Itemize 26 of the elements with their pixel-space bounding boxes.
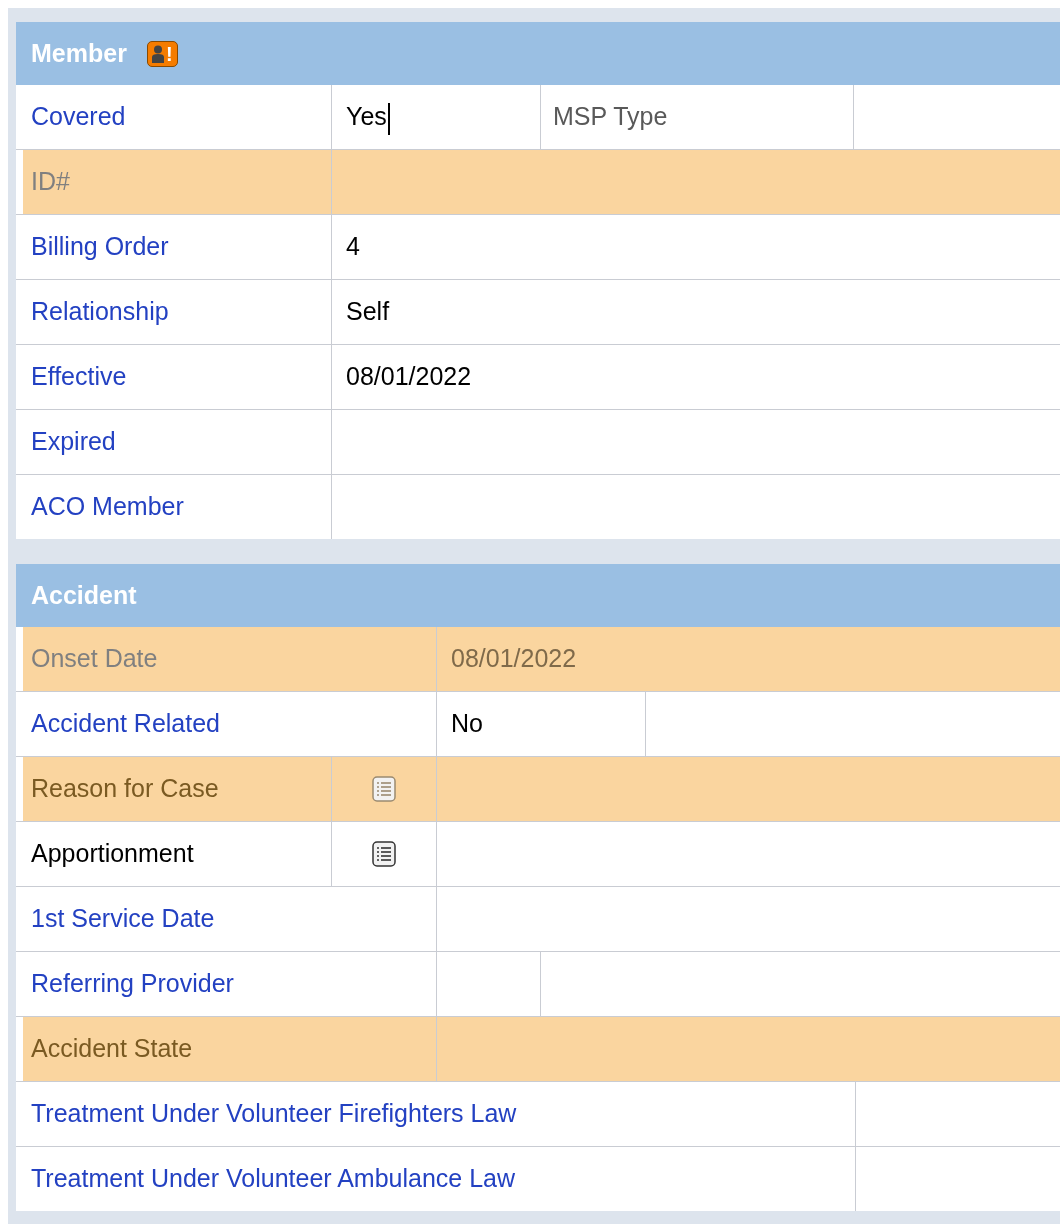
- field-label: Accident State: [31, 1033, 193, 1065]
- field-label[interactable]: Treatment Under Volunteer Ambulance Law: [31, 1160, 516, 1198]
- field-label[interactable]: Covered: [31, 98, 126, 136]
- list-icon[interactable]: [372, 841, 396, 867]
- field-label[interactable]: 1st Service Date: [31, 900, 215, 938]
- field-label[interactable]: Billing Order: [31, 228, 169, 266]
- field-label: Onset Date: [31, 643, 158, 675]
- field-label: MSP Type: [553, 101, 668, 133]
- field-label: Reason for Case: [31, 773, 219, 805]
- field-label[interactable]: Accident Related: [31, 705, 220, 743]
- field-value[interactable]: Self: [346, 293, 390, 331]
- field-label[interactable]: ACO Member: [31, 488, 184, 526]
- field-label[interactable]: Referring Provider: [31, 965, 234, 1003]
- field-label[interactable]: Expired: [31, 423, 116, 461]
- person-icon: [151, 44, 164, 63]
- field-label: ID#: [31, 166, 70, 198]
- section-title: Member: [31, 37, 127, 69]
- section-title: Accident: [31, 579, 137, 611]
- field-value[interactable]: Yes: [346, 98, 390, 136]
- field-value[interactable]: 4: [346, 228, 360, 266]
- field-value[interactable]: 08/01/2022: [346, 358, 472, 396]
- field-label[interactable]: Relationship: [31, 293, 169, 331]
- field-label[interactable]: Effective: [31, 358, 127, 396]
- field-value[interactable]: No: [451, 705, 483, 743]
- field-label[interactable]: Treatment Under Volunteer Firefighters Law: [31, 1095, 517, 1133]
- field-label: Apportionment: [31, 838, 194, 870]
